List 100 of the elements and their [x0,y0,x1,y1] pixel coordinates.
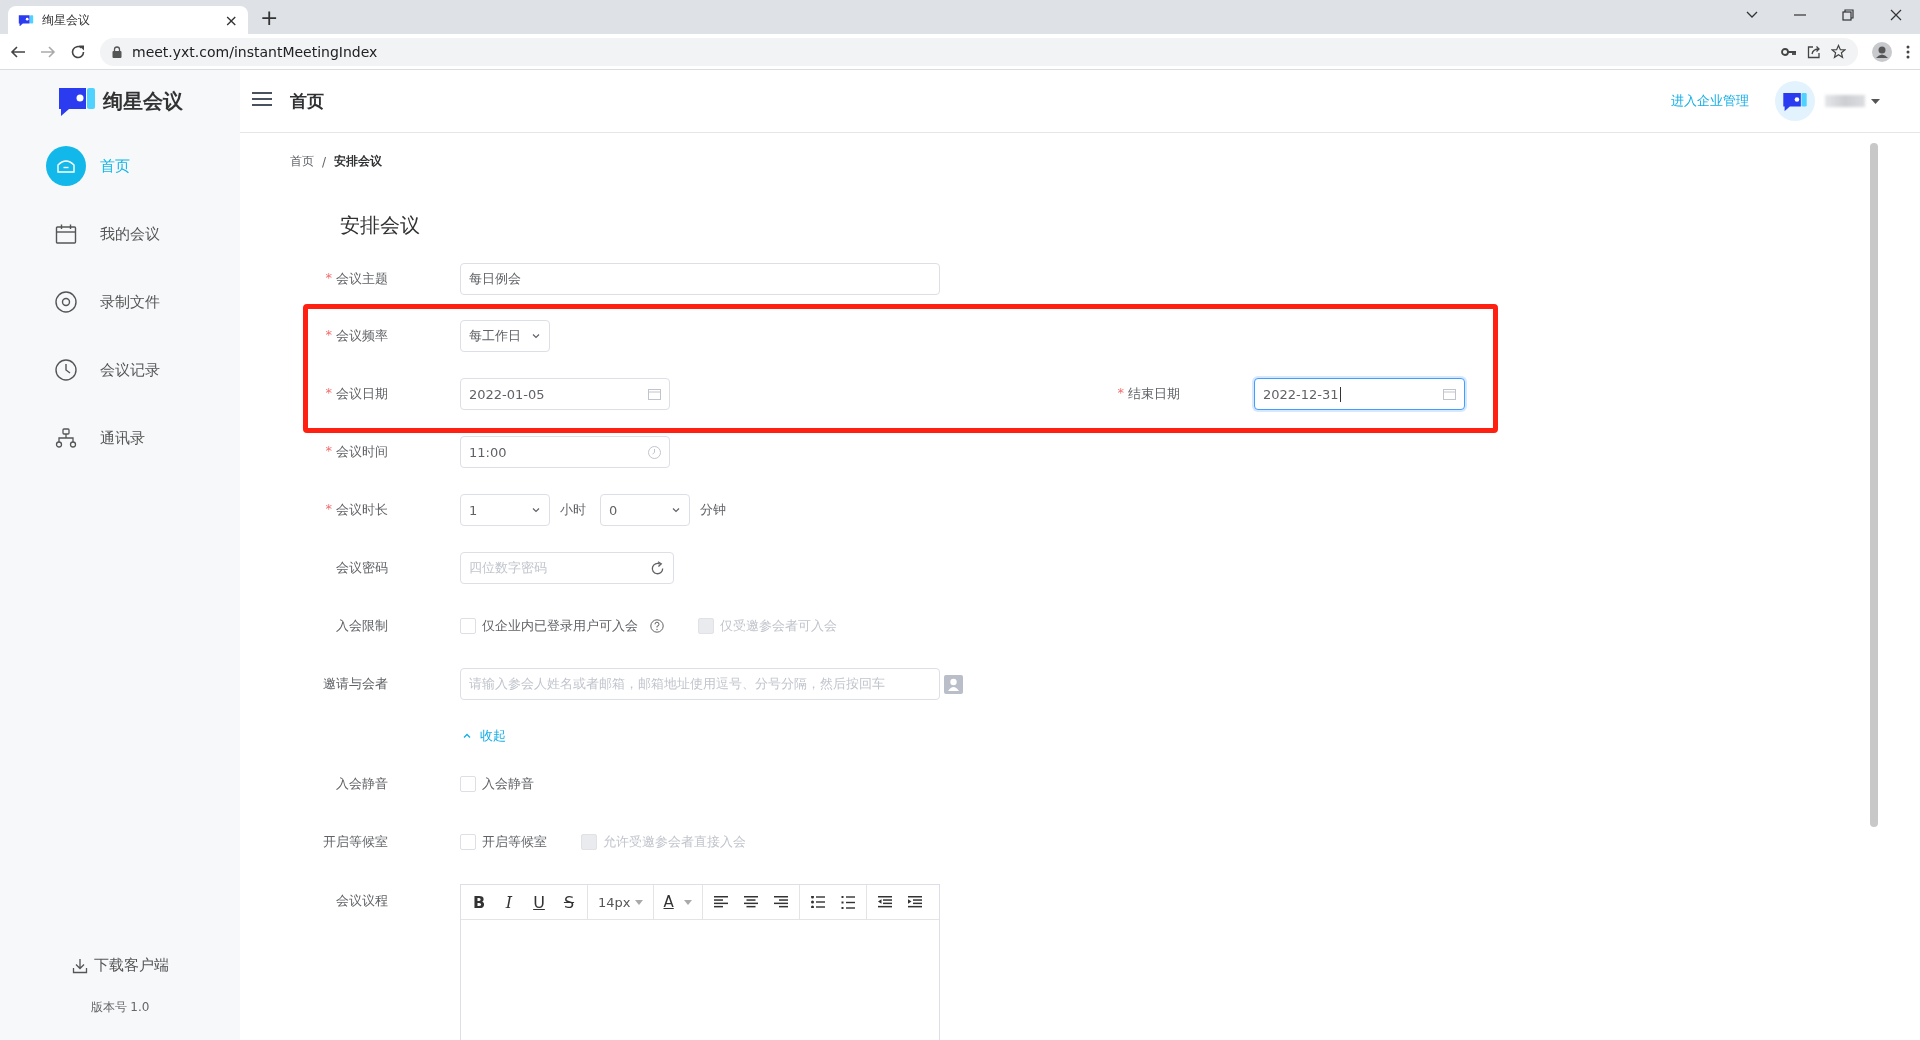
required-mark: * [325,270,332,287]
checkbox-label: 开启等候室 [482,833,547,851]
checkbox[interactable] [460,618,476,634]
field-label: 会议密码 [336,559,388,577]
underline-tool[interactable]: U [525,892,553,912]
minutes-select[interactable]: 0 [600,494,690,526]
org-chart-icon [55,428,77,448]
back-icon[interactable] [10,43,26,60]
clock-icon [55,359,77,381]
subject-input[interactable]: 每日例会 [460,263,940,295]
time-input[interactable]: 11:00 [460,436,670,468]
sidebar-item[interactable]: 通讯录 [0,404,240,472]
new-tab-button[interactable]: + [260,6,279,30]
checkbox[interactable] [460,834,476,850]
frequency-select[interactable]: 每工作日 [460,320,550,352]
strike-tool[interactable]: S [555,892,583,912]
field-label: 会议时长 [336,501,388,519]
agenda-editor[interactable]: B I U S 14px A [460,884,940,1040]
chevron-down-icon [671,505,681,515]
logo-icon [1782,90,1808,112]
breadcrumb-item[interactable]: 首页 [290,153,314,170]
home-icon [56,158,76,174]
field-label: 会议主题 [336,270,388,288]
date-input[interactable]: 2022-01-05 [460,378,670,410]
field-label: 会议日期 [336,385,388,403]
align-left-icon[interactable] [713,896,728,908]
refresh-icon[interactable] [650,560,665,576]
chevron-down-icon [531,505,541,515]
blurred-name [1825,95,1865,107]
page-title: 首页 [290,89,324,113]
record-icon [55,291,77,313]
required-mark: * [325,327,332,344]
checkbox-label: 仅企业内已登录用户可入会 [482,617,638,635]
download-client-link[interactable]: 下载客户端 [0,956,240,975]
help-icon[interactable] [650,619,664,633]
caret-icon[interactable] [1871,98,1880,104]
required-mark: * [1117,385,1124,402]
clock-icon [648,445,661,459]
avatar[interactable] [1775,81,1815,121]
profile-icon[interactable] [1872,41,1892,62]
italic-tool[interactable]: I [495,892,523,912]
font-color-tool[interactable]: A [657,893,698,911]
url-text: meet.yxt.com/instantMeetingIndex [132,43,379,60]
required-mark: * [325,443,332,460]
field-label: 会议频率 [336,327,388,345]
star-icon[interactable] [1831,44,1846,59]
logo-text: 绚星会议 [103,87,183,115]
browser-tab[interactable]: 绚星会议 × [8,6,248,34]
bulleted-list-icon[interactable] [810,896,825,908]
restore-icon[interactable] [1842,9,1854,21]
field-label: 结束日期 [1128,385,1180,403]
checkbox-label: 允许受邀参会者直接入会 [603,833,746,851]
end-date-input[interactable]: 2022-12-31 [1254,378,1465,410]
version-text: 版本号 1.0 [89,999,151,1016]
menu-icon[interactable] [1906,44,1910,59]
breadcrumb-separator: / [322,154,327,169]
close-tab-button[interactable]: × [224,10,238,30]
address-bar[interactable]: meet.yxt.com/instantMeetingIndex [100,37,1858,66]
align-center-icon[interactable] [743,896,758,908]
align-right-icon[interactable] [773,896,788,908]
calendar-icon [55,224,77,244]
numbered-list-icon[interactable] [840,895,855,909]
key-icon[interactable] [1781,46,1797,57]
field-label: 入会限制 [336,617,388,635]
hours-unit: 小时 [560,501,586,519]
reload-icon[interactable] [70,43,86,60]
site-favicon-icon [18,13,34,27]
menu-icon[interactable] [252,91,272,107]
sidebar-item[interactable]: 会议记录 [0,336,240,404]
checkbox[interactable] [460,776,476,792]
field-label: 会议议程 [336,892,388,910]
lock-icon [112,45,122,58]
required-mark: * [325,385,332,402]
bold-tool[interactable]: B [465,892,493,912]
field-label: 邀请与会者 [323,675,388,693]
sidebar-item[interactable]: 录制文件 [0,268,240,336]
outdent-icon[interactable] [877,896,892,908]
field-label: 开启等候室 [323,833,388,851]
field-label: 会议时间 [336,443,388,461]
chevron-icon [462,731,472,741]
calendar-icon [1443,388,1456,400]
tab-list-chevron-icon[interactable] [1746,11,1758,19]
dropdown-triangle-icon [634,899,643,905]
calendar-icon [648,388,661,400]
dropdown-triangle-icon [683,899,692,905]
form-title: 安排会议 [340,212,421,239]
minutes-unit: 分钟 [700,501,726,519]
close-icon[interactable] [1890,9,1902,21]
download-icon [71,957,88,974]
sidebar-item[interactable]: 我的会议 [0,200,240,268]
checkbox-label: 入会静音 [482,775,534,793]
font-size-select[interactable]: 14px [592,894,649,910]
checkbox-label: 仅受邀参会者可入会 [720,617,837,635]
indent-icon[interactable] [907,896,922,908]
scrollbar[interactable] [1870,143,1878,827]
tab-title: 绚星会议 [42,11,91,29]
hours-select[interactable]: 1 [460,494,550,526]
breadcrumb-item: 安排会议 [334,153,383,170]
share-icon[interactable] [1807,44,1821,59]
logo-icon [57,85,97,117]
